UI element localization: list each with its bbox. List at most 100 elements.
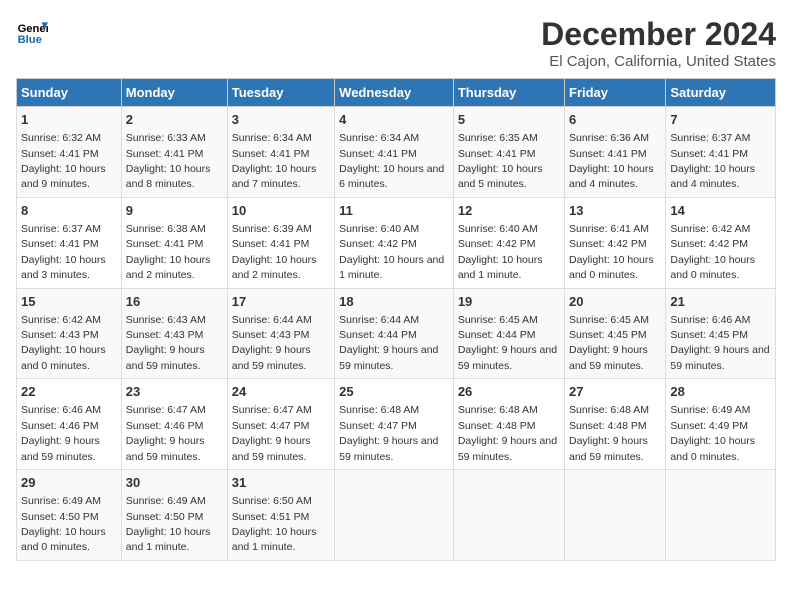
daylight-text: Daylight: 10 hours and 8 minutes. xyxy=(126,163,211,190)
day-cell: 2Sunrise: 6:33 AMSunset: 4:41 PMDaylight… xyxy=(121,107,227,198)
column-header-thursday: Thursday xyxy=(453,79,564,107)
column-header-friday: Friday xyxy=(565,79,666,107)
day-cell: 12Sunrise: 6:40 AMSunset: 4:42 PMDayligh… xyxy=(453,197,564,288)
sunset-text: Sunset: 4:41 PM xyxy=(458,148,536,160)
main-title: December 2024 xyxy=(541,16,776,53)
day-cell: 4Sunrise: 6:34 AMSunset: 4:41 PMDaylight… xyxy=(335,107,454,198)
daylight-text: Daylight: 10 hours and 0 minutes. xyxy=(569,254,654,281)
daylight-text: Daylight: 9 hours and 59 minutes. xyxy=(569,344,648,371)
sunset-text: Sunset: 4:42 PM xyxy=(670,238,748,250)
day-cell: 31Sunrise: 6:50 AMSunset: 4:51 PMDayligh… xyxy=(227,470,334,561)
sunset-text: Sunset: 4:42 PM xyxy=(458,238,536,250)
sunrise-text: Sunrise: 6:37 AM xyxy=(670,132,750,144)
daylight-text: Daylight: 10 hours and 2 minutes. xyxy=(126,254,211,281)
sunset-text: Sunset: 4:42 PM xyxy=(339,238,417,250)
daylight-text: Daylight: 10 hours and 9 minutes. xyxy=(21,163,106,190)
header-row: SundayMondayTuesdayWednesdayThursdayFrid… xyxy=(17,79,776,107)
day-number: 10 xyxy=(232,202,330,220)
sunrise-text: Sunrise: 6:50 AM xyxy=(232,495,312,507)
sunrise-text: Sunrise: 6:34 AM xyxy=(232,132,312,144)
day-cell: 1Sunrise: 6:32 AMSunset: 4:41 PMDaylight… xyxy=(17,107,122,198)
day-number: 21 xyxy=(670,293,771,311)
daylight-text: Daylight: 9 hours and 59 minutes. xyxy=(232,435,311,462)
sunrise-text: Sunrise: 6:39 AM xyxy=(232,223,312,235)
sunset-text: Sunset: 4:41 PM xyxy=(232,148,310,160)
sunset-text: Sunset: 4:48 PM xyxy=(458,420,536,432)
sunset-text: Sunset: 4:47 PM xyxy=(232,420,310,432)
subtitle: El Cajon, California, United States xyxy=(541,53,776,70)
sunset-text: Sunset: 4:45 PM xyxy=(569,329,647,341)
daylight-text: Daylight: 9 hours and 59 minutes. xyxy=(569,435,648,462)
daylight-text: Daylight: 10 hours and 0 minutes. xyxy=(670,254,755,281)
day-cell: 19 Sunrise: 6:45 AM Sunset: 4:44 PM Dayligh… xyxy=(453,288,564,379)
sunrise-text: Sunrise: 6:36 AM xyxy=(569,132,649,144)
sunrise-text: Sunrise: 6:49 AM xyxy=(21,495,101,507)
day-cell: 26Sunrise: 6:48 AMSunset: 4:48 PMDayligh… xyxy=(453,379,564,470)
daylight-text: Daylight: 9 hours and 59 minutes. xyxy=(458,435,557,462)
title-block: December 2024 El Cajon, California, Unit… xyxy=(541,16,776,70)
column-header-tuesday: Tuesday xyxy=(227,79,334,107)
sunset-text: Sunset: 4:46 PM xyxy=(21,420,99,432)
sunrise-text: Sunrise: 6:42 AM xyxy=(21,314,101,326)
column-header-monday: Monday xyxy=(121,79,227,107)
sunrise-text: Sunrise: 6:47 AM xyxy=(126,404,206,416)
sunset-text: Sunset: 4:42 PM xyxy=(569,238,647,250)
day-number: 5 xyxy=(458,111,560,129)
day-cell: 10 Sunrise: 6:39 AM Sunset: 4:41 PM Dayligh… xyxy=(227,197,334,288)
day-cell: 20 Sunrise: 6:45 AM Sunset: 4:45 PM Dayligh… xyxy=(565,288,666,379)
column-header-saturday: Saturday xyxy=(666,79,776,107)
daylight-text: Daylight: 10 hours and 4 minutes. xyxy=(670,163,755,190)
daylight-text: Daylight: 9 hours and 59 minutes. xyxy=(670,344,769,371)
daylight-text: Daylight: 10 hours and 2 minutes. xyxy=(232,254,317,281)
sunrise-text: Sunrise: 6:32 AM xyxy=(21,132,101,144)
sunset-text: Sunset: 4:43 PM xyxy=(232,329,310,341)
sunrise-text: Sunrise: 6:46 AM xyxy=(670,314,750,326)
day-number: 22 xyxy=(21,383,117,401)
day-number: 27 xyxy=(569,383,661,401)
sunrise-text: Sunrise: 6:41 AM xyxy=(569,223,649,235)
daylight-text: Daylight: 9 hours and 59 minutes. xyxy=(339,344,438,371)
sunset-text: Sunset: 4:44 PM xyxy=(458,329,536,341)
day-number: 30 xyxy=(126,474,223,492)
sunrise-text: Sunrise: 6:42 AM xyxy=(670,223,750,235)
calendar-body: 1Sunrise: 6:32 AMSunset: 4:41 PMDaylight… xyxy=(17,107,776,561)
day-number: 24 xyxy=(232,383,330,401)
logo: General Blue xyxy=(16,16,48,48)
sunrise-text: Sunrise: 6:45 AM xyxy=(569,314,649,326)
day-number: 19 xyxy=(458,293,560,311)
sunset-text: Sunset: 4:41 PM xyxy=(21,148,99,160)
sunset-text: Sunset: 4:41 PM xyxy=(126,238,204,250)
day-cell: 7Sunrise: 6:37 AMSunset: 4:41 PMDaylight… xyxy=(666,107,776,198)
daylight-text: Daylight: 9 hours and 59 minutes. xyxy=(126,344,205,371)
sunset-text: Sunset: 4:41 PM xyxy=(126,148,204,160)
sunset-text: Sunset: 4:47 PM xyxy=(339,420,417,432)
column-header-sunday: Sunday xyxy=(17,79,122,107)
daylight-text: Daylight: 10 hours and 1 minute. xyxy=(126,526,211,553)
day-cell: 17Sunrise: 6:44 AMSunset: 4:43 PMDayligh… xyxy=(227,288,334,379)
daylight-text: Daylight: 10 hours and 5 minutes. xyxy=(458,163,543,190)
calendar-header: SundayMondayTuesdayWednesdayThursdayFrid… xyxy=(17,79,776,107)
day-cell xyxy=(335,470,454,561)
day-number: 13 xyxy=(569,202,661,220)
day-cell: 25Sunrise: 6:48 AMSunset: 4:47 PMDayligh… xyxy=(335,379,454,470)
sunrise-text: Sunrise: 6:38 AM xyxy=(126,223,206,235)
day-cell: 22Sunrise: 6:46 AMSunset: 4:46 PMDayligh… xyxy=(17,379,122,470)
day-number: 28 xyxy=(670,383,771,401)
day-cell: 23Sunrise: 6:47 AMSunset: 4:46 PMDayligh… xyxy=(121,379,227,470)
daylight-text: Daylight: 9 hours and 59 minutes. xyxy=(458,344,557,371)
day-cell: 29Sunrise: 6:49 AMSunset: 4:50 PMDayligh… xyxy=(17,470,122,561)
day-cell: 6Sunrise: 6:36 AMSunset: 4:41 PMDaylight… xyxy=(565,107,666,198)
sunrise-text: Sunrise: 6:37 AM xyxy=(21,223,101,235)
sunrise-text: Sunrise: 6:45 AM xyxy=(458,314,538,326)
daylight-text: Daylight: 9 hours and 59 minutes. xyxy=(126,435,205,462)
day-cell: 5Sunrise: 6:35 AMSunset: 4:41 PMDaylight… xyxy=(453,107,564,198)
day-cell: 27Sunrise: 6:48 AMSunset: 4:48 PMDayligh… xyxy=(565,379,666,470)
day-cell: 15Sunrise: 6:42 AMSunset: 4:43 PMDayligh… xyxy=(17,288,122,379)
day-number: 8 xyxy=(21,202,117,220)
day-number: 11 xyxy=(339,202,449,220)
day-number: 20 xyxy=(569,293,661,311)
day-number: 4 xyxy=(339,111,449,129)
sunset-text: Sunset: 4:41 PM xyxy=(232,238,310,250)
day-cell: 24Sunrise: 6:47 AMSunset: 4:47 PMDayligh… xyxy=(227,379,334,470)
day-number: 16 xyxy=(126,293,223,311)
